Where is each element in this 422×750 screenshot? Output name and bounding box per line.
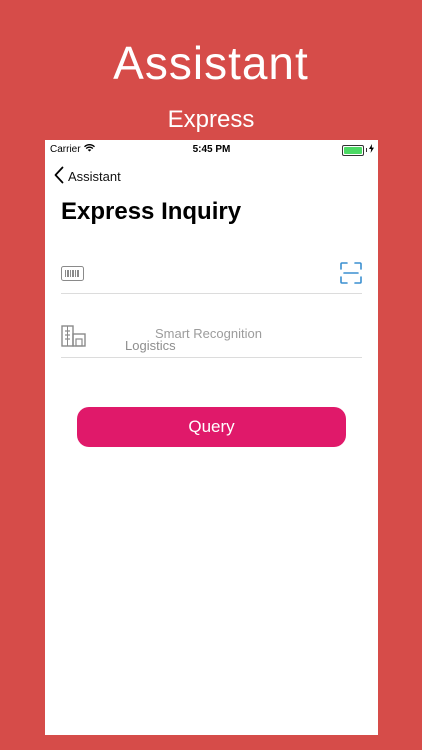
- building-icon: [61, 324, 87, 353]
- promo-subtitle: Express: [167, 106, 255, 133]
- promo-title: Assistant: [113, 37, 309, 89]
- battery-fill: [344, 146, 362, 154]
- chevron-left-icon: [54, 166, 64, 187]
- battery-group: [342, 144, 374, 156]
- status-time: 5:45 PM: [192, 144, 231, 155]
- page-title: Express Inquiry: [61, 198, 242, 225]
- tracking-number-input[interactable]: [93, 262, 337, 286]
- logistics-label: Logistics: [125, 338, 176, 353]
- bolt-icon: [369, 144, 374, 156]
- query-button[interactable]: Query: [77, 407, 346, 447]
- barcode-icon: [61, 266, 84, 286]
- status-bar: Carrier 5:45 PM: [45, 140, 378, 160]
- battery-nub: [366, 148, 367, 152]
- logistics-company-row[interactable]: Smart Recognition Logistics: [61, 318, 362, 358]
- phone-screen: Carrier 5:45 PM Assistant Express Inquir…: [45, 140, 378, 735]
- back-button-label: Assistant: [68, 169, 121, 184]
- scan-icon[interactable]: [340, 262, 362, 289]
- battery-icon: [342, 144, 364, 156]
- tracking-number-row: [61, 254, 362, 294]
- back-button[interactable]: Assistant: [54, 166, 121, 187]
